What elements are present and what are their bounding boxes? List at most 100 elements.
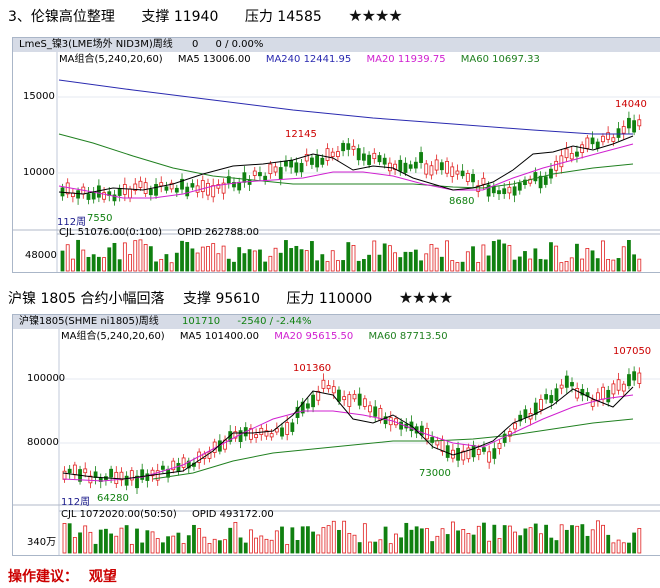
candle-body — [154, 184, 158, 196]
rating-stars: ★★★★ — [398, 288, 453, 307]
volume-bar — [171, 535, 176, 554]
volume-bar — [627, 542, 631, 554]
candle-body — [143, 182, 148, 194]
volume-bar — [299, 249, 304, 272]
candle-body — [122, 184, 127, 195]
candle-body — [109, 468, 114, 478]
volume-bar — [378, 539, 383, 554]
heading-title: 沪镍 1805 合约小幅回落 — [8, 291, 165, 307]
candle-body — [601, 386, 605, 400]
volume-bar — [289, 248, 294, 272]
volume-bar — [487, 540, 492, 554]
volume-bar — [434, 247, 439, 272]
volume-bar — [124, 525, 129, 554]
volume-bar — [60, 250, 65, 272]
candle-body — [367, 154, 371, 166]
candle-body — [160, 465, 165, 470]
candle-body — [176, 462, 181, 472]
volume-bar — [403, 251, 408, 272]
volume-bar — [595, 520, 600, 554]
volume-bar — [373, 541, 378, 554]
volume-bar — [461, 528, 466, 554]
chart-panel-shfe: 沪镍1805(SHME ni1805)周线 101710 -2540 / -2.… — [12, 314, 660, 556]
volume-bar — [419, 260, 423, 272]
pressure-label: 压力 — [286, 291, 315, 307]
volume-bar — [321, 527, 326, 554]
volume-bar — [104, 528, 108, 554]
candle-body — [320, 157, 325, 165]
volume-bar — [601, 524, 605, 554]
volume-bar — [315, 260, 320, 272]
volume-bar — [450, 260, 455, 272]
candle-body — [321, 379, 326, 389]
candle-body — [211, 185, 216, 198]
volume-bar — [81, 249, 86, 272]
volume-bar — [533, 523, 538, 554]
volume-bar — [539, 533, 543, 554]
candle-body — [616, 379, 621, 391]
candle-body — [258, 172, 262, 177]
volume-bar — [616, 539, 621, 554]
candle-body — [517, 182, 522, 191]
candle-body — [559, 384, 564, 389]
candle-body — [637, 372, 642, 384]
volume-bar — [242, 253, 247, 272]
volume-bar — [180, 240, 184, 272]
candle-body — [114, 471, 119, 484]
candle-body — [174, 187, 179, 193]
volume-bar — [197, 528, 202, 554]
volume-bar — [383, 526, 388, 554]
candle-body — [372, 152, 377, 160]
volume-bar — [138, 239, 143, 272]
y-axis-label: 80000 — [27, 437, 59, 448]
volume-bar — [107, 247, 112, 272]
candle-body — [280, 427, 284, 437]
volume-bar — [533, 248, 538, 272]
volume-bar — [611, 542, 616, 554]
volume-bar — [481, 244, 486, 272]
candle-body — [268, 163, 273, 175]
volume-bar — [486, 255, 491, 272]
candle-body — [460, 170, 465, 177]
candle-body — [315, 155, 320, 168]
volume-bar — [93, 543, 98, 554]
volume-indicator-row: CJL 1072020.00(50:50) OPID 493172.00 — [61, 509, 286, 521]
volume-bar — [325, 261, 330, 272]
pressure-label: 压力 — [244, 9, 273, 25]
volume-bar — [435, 535, 440, 554]
volume-bar — [543, 259, 548, 272]
volume-bar — [311, 531, 315, 554]
volume-bar — [243, 542, 248, 554]
volume-bar — [616, 258, 621, 272]
candle-body — [330, 151, 335, 157]
volume-bar — [554, 540, 559, 554]
volume-bar — [398, 257, 403, 272]
candle-body — [278, 167, 283, 180]
volume-bar — [549, 242, 553, 272]
ma240-line — [58, 79, 633, 135]
candle-body — [200, 180, 205, 193]
volume-bar — [65, 244, 70, 272]
volume-bar — [88, 531, 93, 554]
volume-bar — [544, 524, 549, 554]
volume-bar — [585, 535, 590, 554]
candle-body — [419, 425, 424, 436]
candle-body — [305, 403, 310, 409]
volume-bar — [595, 258, 600, 272]
volume-bar — [346, 242, 351, 272]
volume-bar — [456, 530, 460, 554]
volume-bar — [326, 525, 331, 554]
candle-body — [289, 160, 294, 168]
candle-body — [554, 388, 559, 401]
candle-body — [440, 439, 445, 452]
volume-bar — [425, 528, 429, 554]
volume-bar — [564, 261, 569, 272]
volume-bar — [268, 255, 273, 272]
volume-bar — [217, 540, 222, 554]
volume-bar — [559, 262, 564, 272]
volume-bar — [523, 528, 528, 554]
section-heading-2: 沪镍 1805 合约小幅回落 支撑 95610 压力 110000 ★★★★ — [8, 288, 453, 308]
volume-bar — [388, 543, 393, 554]
volume-bar — [176, 532, 181, 554]
candle-body — [351, 145, 356, 150]
